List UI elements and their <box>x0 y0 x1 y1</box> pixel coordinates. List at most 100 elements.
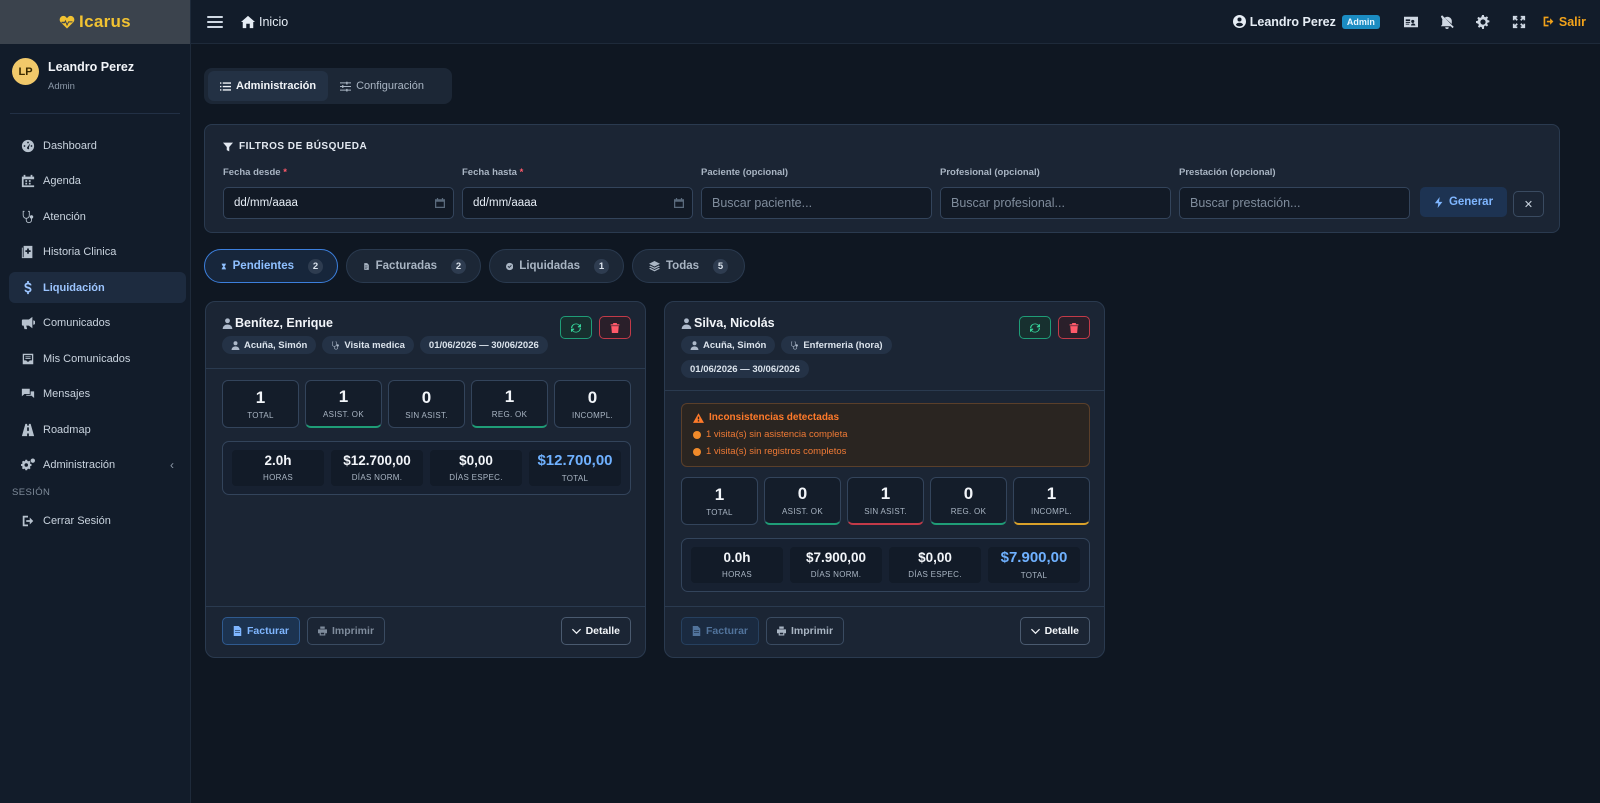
generate-button[interactable]: Generar <box>1420 187 1507 217</box>
print-icon <box>777 626 787 636</box>
file-invoice-icon <box>692 626 701 636</box>
sidebar-item-mis-comunicados[interactable]: Mis Comunicados <box>9 343 186 374</box>
fecha-hasta-input[interactable]: dd/mm/aaaa <box>462 187 693 219</box>
sidebar-item-liquidacion[interactable]: Liquidación <box>9 272 186 303</box>
detail-button[interactable]: Detalle <box>560 617 631 645</box>
invoice-button[interactable]: Facturar <box>222 617 301 645</box>
chat-icon <box>21 388 35 398</box>
sidebar-user-name: Leandro Perez <box>48 60 135 74</box>
total-dias-norm: $7.900,00 DÍAS NORM. <box>790 547 882 583</box>
stat-incompl: 0 INCOMPL. <box>554 380 631 428</box>
paciente-search-input[interactable]: Buscar paciente... <box>701 187 932 219</box>
total-value: $0,00 <box>918 549 952 565</box>
stat-label: INCOMPL. <box>1030 507 1073 516</box>
print-button[interactable]: Imprimir <box>766 617 845 645</box>
tab-todas[interactable]: Todas 5 <box>632 249 745 283</box>
id-card-icon[interactable] <box>1403 15 1418 29</box>
tab-liquidadas[interactable]: Liquidadas 1 <box>489 249 624 283</box>
card-divider <box>206 368 645 369</box>
inconsistency-alert: Inconsistencias detectadas 1 visita(s) s… <box>681 403 1090 467</box>
prestacion-search-input[interactable]: Buscar prestación... <box>1179 187 1410 219</box>
card-divider <box>665 606 1104 607</box>
input-value: dd/mm/aaaa <box>234 197 298 209</box>
bell-slash-icon[interactable] <box>1440 14 1454 29</box>
hamburger-menu-icon[interactable] <box>207 14 223 30</box>
alert-dot-icon <box>693 447 701 456</box>
stat-reg-ok: 1 REG. OK <box>471 380 548 428</box>
tab-administracion[interactable]: Administración <box>208 71 329 101</box>
stat-label: SIN ASIST. <box>864 507 907 516</box>
gear-icon[interactable] <box>1475 14 1490 29</box>
tab-pendientes[interactable]: Pendientes 2 <box>204 249 338 283</box>
total-amount: $12.700,00 TOTAL <box>529 450 621 486</box>
print-button[interactable]: Imprimir <box>307 617 386 645</box>
delete-button[interactable] <box>599 316 631 339</box>
sidebar-item-historia-clinica[interactable]: Historia Clinica <box>9 237 186 268</box>
service-tag: Visita medica <box>322 336 414 354</box>
brand-logo[interactable]: Icarus <box>0 0 190 44</box>
fullscreen-icon[interactable] <box>1512 15 1526 29</box>
calendar-icon[interactable] <box>435 198 445 208</box>
stats-row: 1 TOTAL 1 ASIST. OK 0 SIN ASIST. 1 REG. OK 0… <box>222 380 631 428</box>
stat-value: 1 <box>714 484 725 504</box>
invoice-button[interactable]: Facturar <box>681 617 760 645</box>
sidebar-item-roadmap[interactable]: Roadmap <box>9 414 186 445</box>
layers-icon <box>649 260 660 271</box>
refresh-button[interactable] <box>1019 316 1051 339</box>
sidebar-item-agenda[interactable]: Agenda <box>9 166 186 197</box>
detail-button[interactable]: Detalle <box>1019 617 1090 645</box>
sidebar-item-label: Comunicados <box>43 317 111 329</box>
avatar: LP <box>12 58 39 85</box>
sidebar-item-dashboard[interactable]: Dashboard <box>9 130 186 161</box>
tab-facturadas[interactable]: Facturadas 2 <box>346 249 481 283</box>
sidebar-item-cerrar-sesion[interactable]: Cerrar Sesión <box>9 506 186 537</box>
count-badge: 5 <box>713 258 729 274</box>
logout-button[interactable]: Salir <box>1542 15 1586 29</box>
chevron-left-icon[interactable]: ‹ <box>170 458 174 472</box>
button-label: Imprimir <box>332 625 375 637</box>
total-label: HORAS <box>722 570 752 580</box>
profesional-search-input[interactable]: Buscar profesional... <box>940 187 1171 219</box>
count-badge: 2 <box>308 258 323 274</box>
tab-configuracion[interactable]: Configuración <box>328 71 436 101</box>
sidebar-item-label: Cerrar Sesión <box>43 515 111 527</box>
sidebar-item-comunicados[interactable]: Comunicados <box>9 308 186 339</box>
calendar-icon[interactable] <box>674 198 684 208</box>
profesional-group: Profesional (opcional) Buscar profesiona… <box>940 167 1171 219</box>
delete-button[interactable] <box>1058 316 1090 339</box>
user-icon <box>690 340 699 350</box>
total-dias-espec: $0,00 DÍAS ESPEC. <box>889 547 981 583</box>
stat-asist-ok: 0 ASIST. OK <box>764 477 841 525</box>
clear-filters-button[interactable]: ✕ <box>1513 191 1544 217</box>
stat-sin-asist: 1 SIN ASIST. <box>847 477 924 525</box>
trash-icon <box>1069 322 1079 333</box>
gauge-icon <box>21 139 35 152</box>
sign-out-icon <box>1543 16 1554 27</box>
patient-name-text: Benítez, Enrique <box>235 316 333 330</box>
home-link[interactable]: Inicio <box>241 15 288 29</box>
topbar-user[interactable]: Leandro Perez Admin <box>1232 14 1380 29</box>
sidebar-item-label: Historia Clinica <box>43 246 117 258</box>
liquidation-card: Benítez, Enrique Acuña, Simón Visita med… <box>205 301 646 658</box>
period-tag: 01/06/2026 — 30/06/2026 <box>681 360 809 378</box>
fecha-desde-input[interactable]: dd/mm/aaaa <box>223 187 454 219</box>
alert-title: Inconsistencias detectadas <box>693 412 1078 423</box>
total-label: DÍAS ESPEC. <box>449 473 503 483</box>
count-badge: 2 <box>451 258 466 274</box>
alert-item-text: 1 visita(s) sin registros completos <box>706 446 847 457</box>
alert-item: 1 visita(s) sin registros completos <box>693 446 1078 457</box>
fecha-hasta-label: Fecha hasta * <box>462 167 693 181</box>
stat-total: 1 TOTAL <box>222 380 299 428</box>
user-injured-icon <box>681 317 692 329</box>
sidebar-item-label: Mis Comunicados <box>43 352 131 365</box>
card-divider <box>206 606 645 607</box>
refresh-button[interactable] <box>560 316 592 339</box>
totals-row: 2.0h HORAS $12.700,00 DÍAS NORM. $0,00 DÍAS… <box>222 441 631 495</box>
tab-label: Todas <box>666 260 700 272</box>
sidebar-item-atencion[interactable]: Atención <box>9 201 186 232</box>
sidebar-item-label: Mensajes <box>43 388 91 400</box>
alert-item: 1 visita(s) sin asistencia completa <box>693 429 1078 440</box>
sidebar-item-mensajes[interactable]: Mensajes <box>9 379 186 410</box>
alert-dot-icon <box>693 430 701 439</box>
sidebar-item-administracion[interactable]: Administración ‹ <box>9 450 186 481</box>
